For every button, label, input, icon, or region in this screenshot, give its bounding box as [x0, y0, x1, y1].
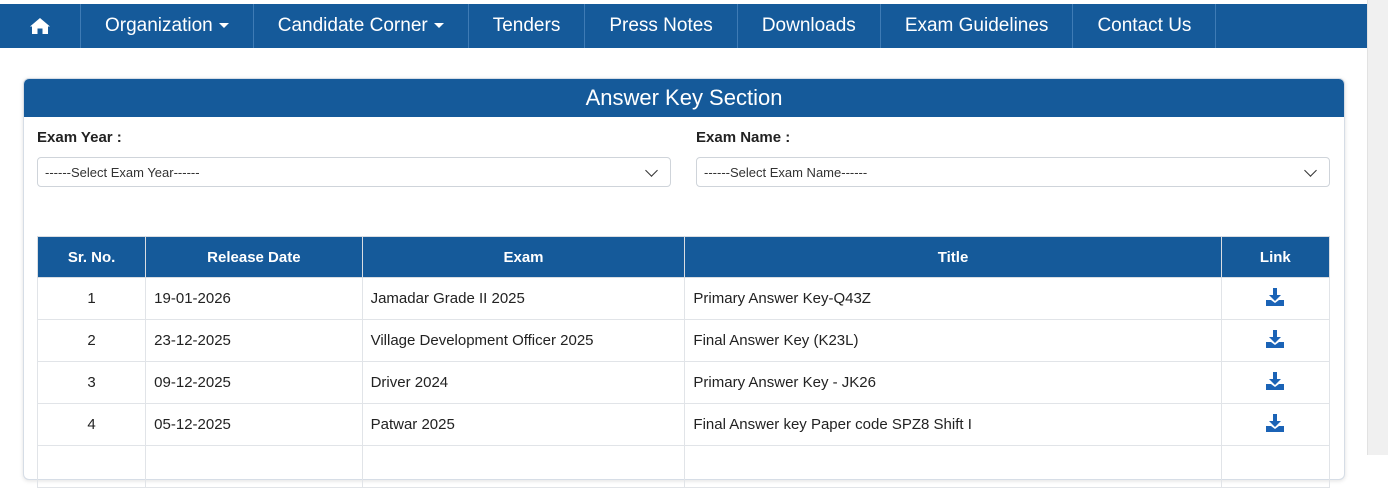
nav-downloads-label: Downloads — [761, 15, 856, 36]
page-scrollbar[interactable] — [1367, 0, 1388, 455]
chevron-down-icon — [645, 164, 658, 177]
col-header-release-date: Release Date — [145, 236, 363, 278]
cell-release-date: 23-12-2025 — [145, 319, 363, 362]
cell-sr-no: 2 — [36, 319, 147, 362]
cell-release-date: 09-12-2025 — [145, 361, 363, 404]
cell-link — [1220, 277, 1331, 320]
caret-down-icon — [218, 22, 229, 28]
cell-title: Final Answer Key (K23L) — [684, 319, 1222, 362]
answer-key-table: Sr. No. Release Date Exam Title Link 1 1… — [36, 236, 1331, 488]
download-icon[interactable] — [1265, 371, 1285, 391]
nav-exam-guidelines[interactable]: Exam Guidelines — [881, 4, 1074, 48]
nav-candidate-corner[interactable]: Candidate Corner — [254, 4, 469, 48]
cell-release-date — [145, 445, 363, 488]
nav-downloads[interactable]: Downloads — [738, 4, 881, 48]
table-row — [36, 445, 1331, 488]
nav-candidate-corner-label: Candidate Corner — [277, 15, 428, 36]
cell-sr-no: 1 — [36, 277, 147, 320]
cell-exam: Jamadar Grade II 2025 — [361, 277, 686, 320]
section-title: Answer Key Section — [585, 85, 783, 110]
exam-name-label: Exam Name : — [696, 129, 791, 146]
col-header-exam: Exam — [361, 236, 686, 278]
col-header-sr-no: Sr. No. — [36, 236, 147, 278]
cell-sr-no: 4 — [36, 403, 147, 446]
exam-year-label: Exam Year : — [37, 129, 122, 146]
section-header: Answer Key Section — [24, 79, 1344, 117]
col-header-link: Link — [1220, 236, 1331, 278]
caret-down-icon — [433, 22, 444, 28]
cell-exam: Village Development Officer 2025 — [361, 319, 686, 362]
nav-contact-us-label: Contact Us — [1097, 15, 1192, 36]
nav-press-notes-label: Press Notes — [609, 15, 713, 36]
cell-title: Primary Answer Key-Q43Z — [684, 277, 1222, 320]
exam-name-select[interactable]: ------Select Exam Name------ — [696, 157, 1330, 187]
nav-exam-guidelines-label: Exam Guidelines — [904, 15, 1049, 36]
cell-sr-no: 3 — [36, 361, 147, 404]
cell-title: Final Answer key Paper code SPZ8 Shift I — [684, 403, 1222, 446]
table-row: 4 05-12-2025 Patwar 2025 Final Answer ke… — [36, 403, 1331, 446]
cell-title: Primary Answer Key - JK26 — [684, 361, 1222, 404]
col-header-title: Title — [684, 236, 1222, 278]
cell-title — [684, 445, 1222, 488]
cell-link — [1220, 445, 1331, 488]
download-icon[interactable] — [1265, 413, 1285, 433]
nav-tenders-label: Tenders — [492, 15, 561, 36]
cell-release-date: 19-01-2026 — [145, 277, 363, 320]
cell-exam: Driver 2024 — [361, 361, 686, 404]
nav-press-notes[interactable]: Press Notes — [585, 4, 738, 48]
table-row: 3 09-12-2025 Driver 2024 Primary Answer … — [36, 361, 1331, 404]
table-header-row: Sr. No. Release Date Exam Title Link — [36, 236, 1331, 278]
cell-link — [1220, 319, 1331, 362]
cell-exam — [361, 445, 686, 488]
table-row: 1 19-01-2026 Jamadar Grade II 2025 Prima… — [36, 277, 1331, 320]
home-icon — [30, 18, 50, 34]
nav-tenders[interactable]: Tenders — [469, 4, 586, 48]
table-row: 2 23-12-2025 Village Development Officer… — [36, 319, 1331, 362]
answer-key-card: Answer Key Section Exam Year : ------Sel… — [23, 78, 1345, 488]
cell-sr-no — [36, 445, 147, 488]
nav-organization-label: Organization — [105, 15, 213, 36]
cell-release-date: 05-12-2025 — [145, 403, 363, 446]
exam-year-select-value: ------Select Exam Year------ — [45, 164, 200, 180]
download-icon[interactable] — [1265, 329, 1285, 349]
cell-exam: Patwar 2025 — [361, 403, 686, 446]
cell-link — [1220, 361, 1331, 404]
main-navbar: Organization Candidate Corner Tenders Pr… — [0, 4, 1368, 48]
cell-link — [1220, 403, 1331, 446]
chevron-down-icon — [1304, 164, 1317, 177]
nav-contact-us[interactable]: Contact Us — [1073, 4, 1217, 48]
nav-organization[interactable]: Organization — [81, 4, 254, 48]
home-link[interactable] — [0, 4, 81, 48]
download-icon[interactable] — [1265, 287, 1285, 307]
exam-name-select-value: ------Select Exam Name------ — [704, 164, 868, 180]
exam-year-select[interactable]: ------Select Exam Year------ — [37, 157, 671, 187]
